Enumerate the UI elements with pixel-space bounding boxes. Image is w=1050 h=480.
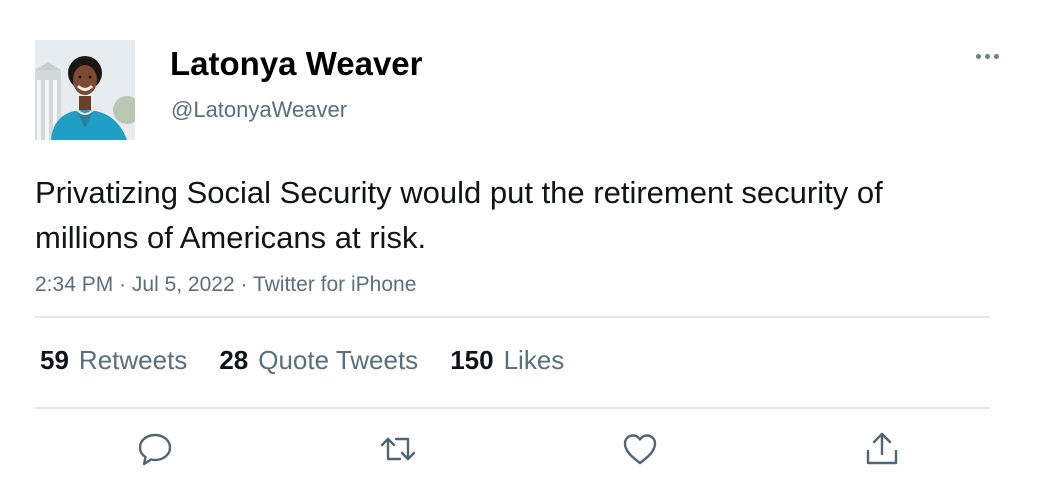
engagement-stats: 59 Retweets 28 Quote Tweets 150 Likes [40, 340, 596, 380]
display-name[interactable]: Latonya Weaver [170, 44, 423, 84]
more-dot [985, 54, 990, 59]
avatar[interactable] [35, 40, 135, 140]
tweet-meta: 2:34 PM · Jul 5, 2022 · Twitter for iPho… [35, 270, 416, 300]
avatar-photo [35, 40, 135, 140]
tweet-source[interactable]: Twitter for iPhone [253, 273, 416, 296]
quote-tweets-label: Quote Tweets [258, 345, 419, 375]
meta-separator: · [119, 273, 127, 296]
likes-count: 150 [450, 345, 494, 375]
more-options-icon[interactable] [970, 44, 1006, 68]
user-handle[interactable]: @LatonyaWeaver [171, 96, 347, 124]
tweet-date[interactable]: Jul 5, 2022 [132, 273, 235, 296]
like-icon[interactable] [620, 429, 660, 469]
more-dot [976, 54, 981, 59]
more-dot [994, 54, 999, 59]
tweet-text: Privatizing Social Security would put th… [35, 175, 883, 255]
likes-stat[interactable]: 150 Likes [450, 340, 564, 380]
retweets-count: 59 [40, 345, 69, 375]
divider [35, 316, 990, 318]
retweets-label: Retweets [78, 345, 188, 375]
quote-tweets-count: 28 [219, 345, 249, 375]
retweets-stat[interactable]: 59 Retweets [40, 340, 187, 380]
share-icon[interactable] [862, 429, 902, 469]
tweet-time[interactable]: 2:34 PM [35, 273, 113, 296]
quote-tweets-stat[interactable]: 28 Quote Tweets [219, 340, 418, 380]
meta-separator: · [240, 273, 248, 296]
tweet-card: Latonya Weaver @LatonyaWeaver Privatizin… [0, 0, 1050, 480]
reply-icon[interactable] [135, 429, 175, 469]
likes-label: Likes [503, 345, 565, 375]
divider [35, 407, 990, 409]
retweet-icon[interactable] [378, 429, 418, 469]
